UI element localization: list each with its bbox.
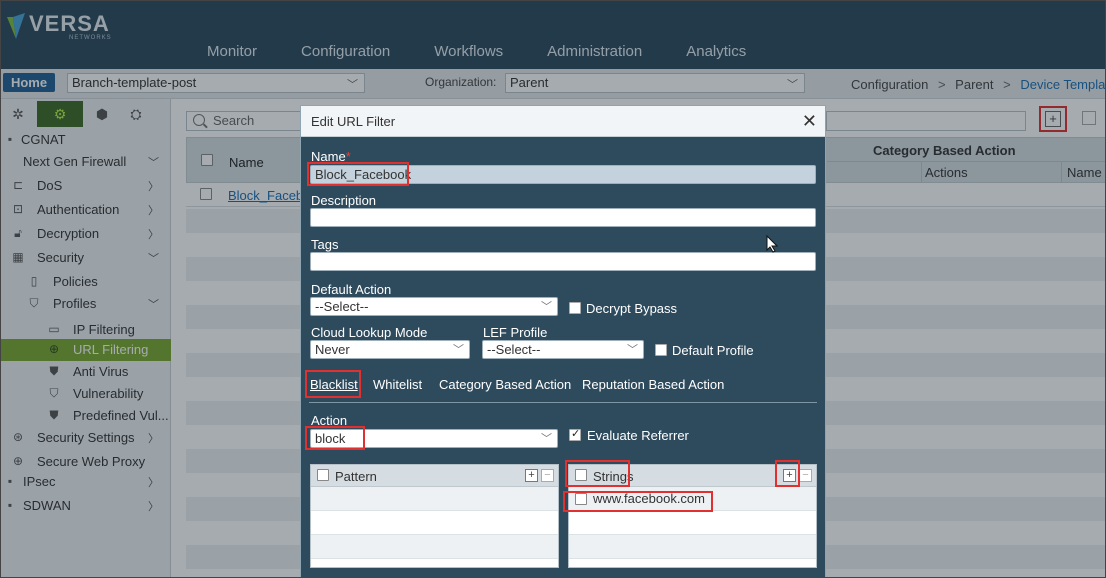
strings-header-highlight <box>565 460 630 487</box>
default-profile-checkbox[interactable] <box>655 344 667 356</box>
default-action-label: Default Action <box>311 282 392 297</box>
pattern-panel-header: Pattern + − <box>311 465 558 487</box>
add-pattern-icon[interactable]: + <box>525 469 538 482</box>
app-window: VERSA NETWORKS Monitor Configuration Wor… <box>0 0 1106 578</box>
blacklist-tab-highlight <box>305 370 361 398</box>
name-highlight <box>307 162 409 186</box>
list-item <box>569 535 816 559</box>
lef-profile-select[interactable]: --Select-- ﹀ <box>482 340 644 359</box>
decrypt-bypass-checkbox[interactable] <box>569 302 581 314</box>
close-icon[interactable]: ✕ <box>802 111 817 132</box>
chevron-down-icon: ﹀ <box>453 344 464 356</box>
list-item <box>569 511 816 535</box>
tab-category-based-action[interactable]: Category Based Action <box>439 377 571 392</box>
mouse-cursor-icon <box>766 235 778 253</box>
description-field[interactable] <box>310 208 816 227</box>
decrypt-bypass-label: Decrypt Bypass <box>586 301 678 316</box>
tab-reputation-based-action[interactable]: Reputation Based Action <box>582 377 724 392</box>
chevron-down-icon: ﹀ <box>541 433 552 445</box>
action-highlight <box>305 426 365 450</box>
pattern-header: Pattern <box>335 469 377 484</box>
list-item <box>311 487 558 511</box>
chevron-down-icon: ﹀ <box>541 301 552 313</box>
chevron-down-icon: ﹀ <box>627 344 638 356</box>
evaluate-referrer-checkbox[interactable] <box>569 427 581 441</box>
default-action-select[interactable]: --Select-- ﹀ <box>310 297 558 316</box>
tags-field[interactable] <box>310 252 816 271</box>
tags-label: Tags <box>311 237 339 252</box>
evaluate-referrer-label: Evaluate Referrer <box>587 428 689 443</box>
tab-whitelist[interactable]: Whitelist <box>373 377 422 392</box>
default-profile-label: Default Profile <box>672 343 754 358</box>
list-item <box>311 511 558 535</box>
string-value-highlight <box>563 491 713 512</box>
remove-string-icon[interactable]: − <box>799 469 812 482</box>
pattern-select-all-checkbox[interactable] <box>317 469 329 481</box>
dialog-header: Edit URL Filter ✕ <box>301 106 825 137</box>
pattern-panel: Pattern + − <box>310 464 559 568</box>
list-item <box>311 535 558 559</box>
description-label: Description <box>311 193 377 208</box>
edit-url-filter-dialog: Edit URL Filter ✕ Name* Block_Facebook D… <box>300 105 826 577</box>
cloud-lookup-label: Cloud Lookup Mode <box>311 325 428 340</box>
add-string-highlight <box>775 460 800 487</box>
tab-divider <box>309 402 817 403</box>
remove-pattern-icon[interactable]: − <box>541 469 554 482</box>
lef-profile-label: LEF Profile <box>483 325 548 340</box>
dialog-title: Edit URL Filter <box>311 114 396 129</box>
cloud-lookup-select[interactable]: Never ﹀ <box>310 340 470 359</box>
